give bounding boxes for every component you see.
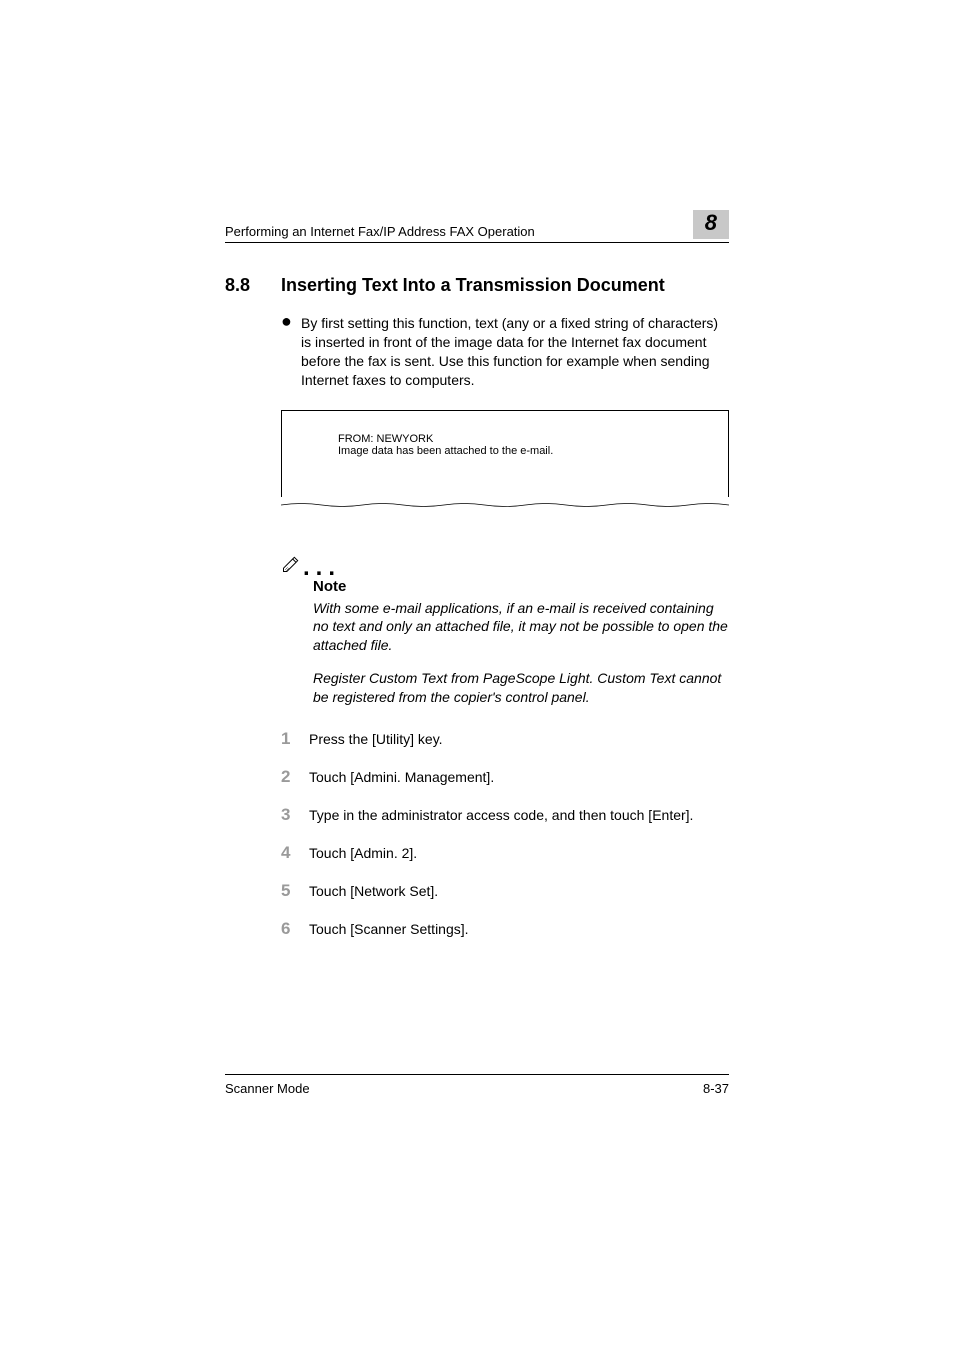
document-page: Performing an Internet Fax/IP Address FA…: [0, 0, 954, 1351]
header-title: Performing an Internet Fax/IP Address FA…: [225, 224, 535, 239]
step-text: Touch [Scanner Settings].: [309, 921, 469, 937]
step-number: 1: [281, 729, 309, 749]
step-item: 2 Touch [Admini. Management].: [281, 767, 729, 787]
page-header: Performing an Internet Fax/IP Address FA…: [225, 210, 729, 243]
note-dots-icon: ...: [301, 562, 341, 574]
bullet-item: ● By first setting this function, text (…: [281, 314, 729, 390]
note-heading: Note: [313, 578, 729, 595]
note-pencil-icon: [281, 554, 301, 574]
section-title: Inserting Text Into a Transmission Docum…: [281, 275, 665, 296]
bullet-text: By first setting this function, text (an…: [301, 314, 729, 390]
example-line-2: Image data has been attached to the e-ma…: [338, 445, 728, 457]
steps-list: 1 Press the [Utility] key. 2 Touch [Admi…: [281, 729, 729, 939]
section-number: 8.8: [225, 275, 281, 296]
step-text: Touch [Admini. Management].: [309, 769, 494, 785]
step-number: 2: [281, 767, 309, 787]
step-text: Press the [Utility] key.: [309, 731, 443, 747]
step-text: Touch [Network Set].: [309, 883, 438, 899]
note-paragraph-2: Register Custom Text from PageScope Ligh…: [313, 669, 729, 707]
note-icon-row: ...: [281, 554, 729, 574]
chapter-number-badge: 8: [693, 210, 729, 239]
step-item: 5 Touch [Network Set].: [281, 881, 729, 901]
step-item: 6 Touch [Scanner Settings].: [281, 919, 729, 939]
step-number: 6: [281, 919, 309, 939]
note-paragraph-1: With some e-mail applications, if an e-m…: [313, 599, 729, 656]
example-line-1: FROM: NEWYORK: [338, 433, 728, 445]
torn-edge-icon: [281, 502, 729, 508]
bullet-icon: ●: [281, 314, 301, 390]
page-footer: Scanner Mode 8-37: [225, 1074, 729, 1096]
step-number: 5: [281, 881, 309, 901]
step-item: 1 Press the [Utility] key.: [281, 729, 729, 749]
footer-left: Scanner Mode: [225, 1081, 310, 1096]
step-text: Type in the administrator access code, a…: [309, 807, 693, 823]
step-item: 3 Type in the administrator access code,…: [281, 805, 729, 825]
step-number: 3: [281, 805, 309, 825]
step-item: 4 Touch [Admin. 2].: [281, 843, 729, 863]
step-text: Touch [Admin. 2].: [309, 845, 417, 861]
body-content: ● By first setting this function, text (…: [281, 314, 729, 939]
step-number: 4: [281, 843, 309, 863]
footer-right: 8-37: [703, 1081, 729, 1096]
example-box: FROM: NEWYORK Image data has been attach…: [281, 410, 729, 497]
section-heading: 8.8 Inserting Text Into a Transmission D…: [225, 275, 729, 296]
